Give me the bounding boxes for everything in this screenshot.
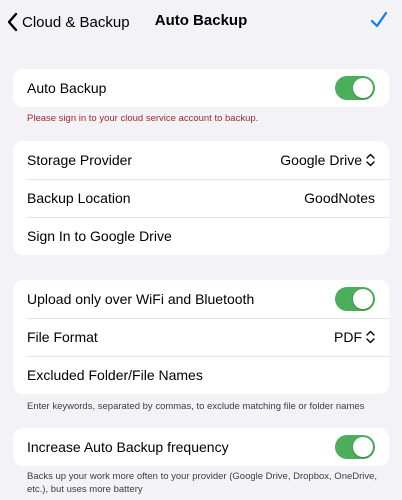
backup-location-label: Backup Location: [27, 190, 131, 206]
increase-frequency-note: Backs up your work more often to your pr…: [27, 471, 378, 495]
wifi-only-row: Upload only over WiFi and Bluetooth: [13, 280, 389, 318]
storage-provider-select[interactable]: Google Drive: [280, 152, 375, 168]
file-format-label: File Format: [27, 329, 98, 345]
file-format-row[interactable]: File Format PDF: [13, 318, 389, 356]
sign-in-warning: Please sign in to your cloud service acc…: [27, 113, 259, 124]
wifi-only-label: Upload only over WiFi and Bluetooth: [27, 291, 255, 307]
upload-options-group: Upload only over WiFi and Bluetooth File…: [13, 280, 389, 394]
file-format-value: PDF: [334, 329, 362, 345]
checkmark-icon: [370, 10, 388, 30]
done-button[interactable]: [370, 10, 388, 30]
auto-backup-row: Auto Backup: [13, 69, 389, 107]
excluded-names-row[interactable]: Excluded Folder/File Names: [13, 356, 389, 394]
storage-provider-row[interactable]: Storage Provider Google Drive: [13, 141, 389, 179]
frequency-group: Increase Auto Backup frequency: [13, 428, 389, 466]
page-title: Auto Backup: [154, 12, 248, 29]
wifi-only-toggle[interactable]: [335, 287, 375, 311]
navigation-bar: Cloud & Backup Auto Backup: [0, 0, 402, 44]
chevron-up-down-icon: [366, 330, 375, 344]
backup-location-value: GoodNotes: [304, 190, 375, 206]
auto-backup-group: Auto Backup: [13, 69, 389, 107]
increase-frequency-label: Increase Auto Backup frequency: [27, 439, 229, 455]
auto-backup-label: Auto Backup: [27, 80, 107, 96]
backup-location-row[interactable]: Backup Location GoodNotes: [13, 179, 389, 217]
sign-in-google-drive-label: Sign In to Google Drive: [27, 228, 172, 244]
excluded-names-note: Enter keywords, separated by commas, to …: [27, 401, 365, 412]
excluded-names-label: Excluded Folder/File Names: [27, 367, 203, 383]
file-format-select[interactable]: PDF: [334, 329, 375, 345]
increase-frequency-toggle[interactable]: [335, 435, 375, 459]
storage-provider-value: Google Drive: [280, 152, 362, 168]
auto-backup-toggle[interactable]: [335, 76, 375, 100]
increase-frequency-row: Increase Auto Backup frequency: [13, 428, 389, 466]
chevron-up-down-icon: [366, 153, 375, 167]
storage-provider-label: Storage Provider: [27, 152, 133, 168]
sign-in-google-drive-row[interactable]: Sign In to Google Drive: [13, 217, 389, 255]
storage-group: Storage Provider Google Drive Backup Loc…: [13, 141, 389, 255]
